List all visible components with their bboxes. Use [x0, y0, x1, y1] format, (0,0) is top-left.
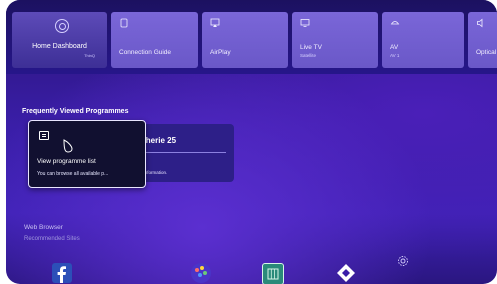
- shape-app-icon[interactable]: [336, 263, 356, 283]
- optical-tile[interactable]: Optical: [468, 12, 497, 68]
- airplay-tile[interactable]: AirPlay: [202, 12, 288, 68]
- tv-screen: Home Dashboard ThinQ Connection Guide Ai…: [6, 0, 497, 284]
- programme-progress-bar: [140, 152, 226, 153]
- calculator-app-icon[interactable]: [262, 263, 284, 284]
- connection-guide-label: Connection Guide: [119, 49, 172, 56]
- home-dashboard-tile[interactable]: Home Dashboard ThinQ: [12, 12, 107, 68]
- tv-icon: [300, 19, 310, 27]
- connection-guide-tile[interactable]: Connection Guide: [111, 12, 198, 68]
- home-dashboard-label: Home Dashboard: [32, 43, 87, 50]
- gear-icon[interactable]: [397, 255, 409, 267]
- live-tv-tile[interactable]: Live TV Satellite: [292, 12, 378, 68]
- airplay-label: AirPlay: [210, 49, 231, 56]
- colorful-app-icon[interactable]: [191, 263, 211, 283]
- thinq-label: ThinQ: [84, 53, 95, 58]
- facebook-app-icon[interactable]: [52, 263, 72, 283]
- live-tv-label: Live TV: [300, 44, 322, 51]
- av-sub: AV 1: [390, 53, 400, 58]
- frequently-viewed-title: Frequently Viewed Programmes: [22, 108, 129, 115]
- tooltip-body: You can browse all available p...: [37, 171, 109, 177]
- web-browser-label[interactable]: Web Browser: [24, 224, 63, 231]
- av-tile[interactable]: AV AV 1: [382, 12, 464, 68]
- home-icon: [55, 19, 69, 33]
- palette-icon: [195, 266, 207, 277]
- diamond-icon: [337, 264, 355, 282]
- facebook-icon: [57, 266, 66, 283]
- tooltip-title: View programme list: [37, 158, 96, 165]
- list-icon: [39, 131, 49, 140]
- airplay-icon: [210, 18, 220, 27]
- grid-icon: [267, 268, 279, 280]
- live-tv-sub: Satellite: [300, 53, 317, 58]
- av-icon: [390, 21, 400, 25]
- recommended-sites-label: Recommended Sites: [24, 236, 80, 242]
- optical-label: Optical: [476, 49, 497, 56]
- phone-icon: [120, 18, 128, 28]
- pointer-cursor-icon: [63, 139, 73, 153]
- dazn-app-icon[interactable]: [118, 263, 144, 283]
- speaker-icon: [477, 18, 483, 28]
- av-label: AV: [390, 44, 399, 51]
- view-programme-list-tooltip[interactable]: View programme list You can browse all a…: [28, 120, 146, 188]
